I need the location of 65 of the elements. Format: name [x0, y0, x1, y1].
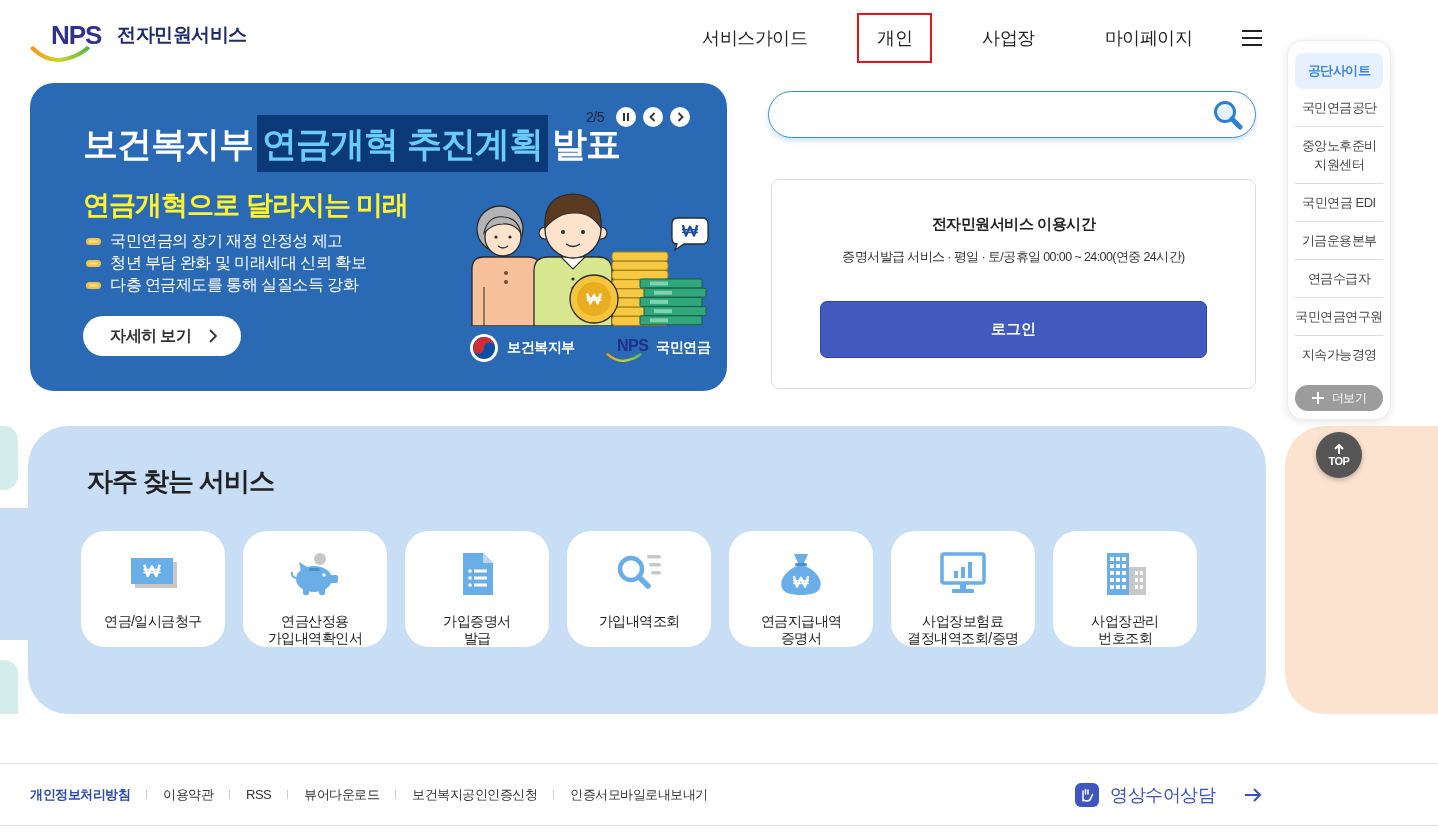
quick-link[interactable]: 국민연금연구원	[1295, 298, 1383, 336]
logo-mark: NPS	[617, 338, 649, 353]
nav-tab[interactable]: 마이페이지	[1084, 13, 1212, 63]
menu-icon[interactable]	[1242, 30, 1262, 46]
section-heading: 자주 찾는 서비스	[87, 466, 275, 496]
quick-link[interactable]: 국민연금 EDI	[1295, 184, 1383, 222]
slide-counter: 2/5	[586, 109, 604, 125]
bullet-text: 다층 연금제도를 통해 실질소득 강화	[110, 274, 359, 295]
site-title: 전자민원서비스	[117, 24, 247, 46]
details-button[interactable]: 자세히 보기	[83, 316, 241, 356]
logo-mark: NPS	[51, 24, 102, 46]
quick-link[interactable]: 국민연금공단	[1295, 89, 1383, 127]
quick-link[interactable]: 중앙노후준비 지원센터	[1295, 127, 1383, 184]
background-blob	[0, 426, 18, 490]
sign-language-link[interactable]: 영상수어상담	[1110, 782, 1215, 807]
service-card[interactable]: 가입내역조회	[567, 531, 711, 647]
bullet-text: 청년 부담 완화 및 미래세대 신뢰 확보	[110, 252, 367, 273]
footer-link[interactable]: 인증서모바일로내보내기	[570, 785, 708, 804]
footer-link[interactable]: 보건복지공인인증신청	[412, 785, 538, 804]
hand-icon[interactable]	[1075, 782, 1099, 807]
bullet-icon	[86, 259, 101, 267]
quick-link[interactable]: 연금수급자	[1295, 260, 1383, 298]
ministry-name: 보건복지부	[507, 339, 575, 357]
emblem-icon	[470, 334, 498, 362]
service-card[interactable]: 사업장보험료 결정내역조회/증명	[891, 531, 1035, 647]
banner-subtitle: 연금개혁으로 달라지는 미래	[83, 191, 408, 219]
bullet-text: 국민연금의 장기 재정 안정성 제고	[110, 230, 343, 251]
plus-icon	[1311, 392, 1324, 404]
chevron-left-icon[interactable]	[642, 107, 663, 127]
bullet-icon	[86, 237, 101, 245]
login-button[interactable]: 로그인	[820, 301, 1207, 358]
chevron-right-icon[interactable]	[669, 107, 690, 127]
hours-text: 증명서발급 서비스 · 평일 · 토/공휴일 00:00 ~ 24:00(연중 24시간)	[842, 249, 1185, 266]
arrow-up-icon	[1334, 443, 1344, 454]
service-card[interactable]: 연금산정용 가입내역확인서	[243, 531, 387, 647]
nav-tab[interactable]: 사업장	[962, 13, 1055, 63]
organization-name: 국민연금	[656, 339, 710, 357]
background-blob	[0, 660, 18, 714]
speech-bubble-icon	[671, 217, 709, 251]
bullet-icon	[86, 281, 101, 289]
service-card[interactable]: 가입증명서 발급	[405, 531, 549, 647]
chevron-right-icon	[209, 329, 217, 343]
piggy-bank-icon	[289, 551, 341, 595]
service-card[interactable]: 사업장관리 번호조회	[1053, 531, 1197, 647]
quick-link[interactable]: 지속가능경영	[1295, 336, 1383, 373]
nav-tab[interactable]: 개인	[857, 13, 932, 63]
search-icon[interactable]	[1213, 99, 1243, 130]
arrow-right-icon[interactable]	[1244, 787, 1262, 802]
panel-heading: 공단사이트	[1295, 53, 1383, 89]
footer-link[interactable]: 이용약관	[163, 785, 213, 804]
footer-link[interactable]: 개인정보처리방침	[30, 785, 130, 804]
logo-swoosh-icon	[30, 46, 90, 62]
monitor-chart-icon	[937, 551, 989, 595]
service-card[interactable]: 연금/일시금청구	[81, 531, 225, 647]
quick-link[interactable]: 기금운용본부	[1295, 222, 1383, 260]
nav-tab[interactable]: 서비스가이드	[682, 13, 827, 63]
service-card[interactable]: 연금지급내역 증명서	[729, 531, 873, 647]
banner-title: 보건복지부	[83, 126, 253, 161]
footer-link[interactable]: 뷰어다운로드	[304, 785, 380, 804]
card-title: 전자민원서비스 이용시간	[931, 214, 1096, 234]
highlighted-title: 연금개혁 추진계획	[257, 115, 548, 172]
banner-title: 발표	[551, 126, 620, 161]
footer-link[interactable]: RSS	[246, 787, 272, 802]
logo-swoosh-icon	[606, 352, 642, 362]
pause-icon[interactable]	[615, 107, 636, 127]
